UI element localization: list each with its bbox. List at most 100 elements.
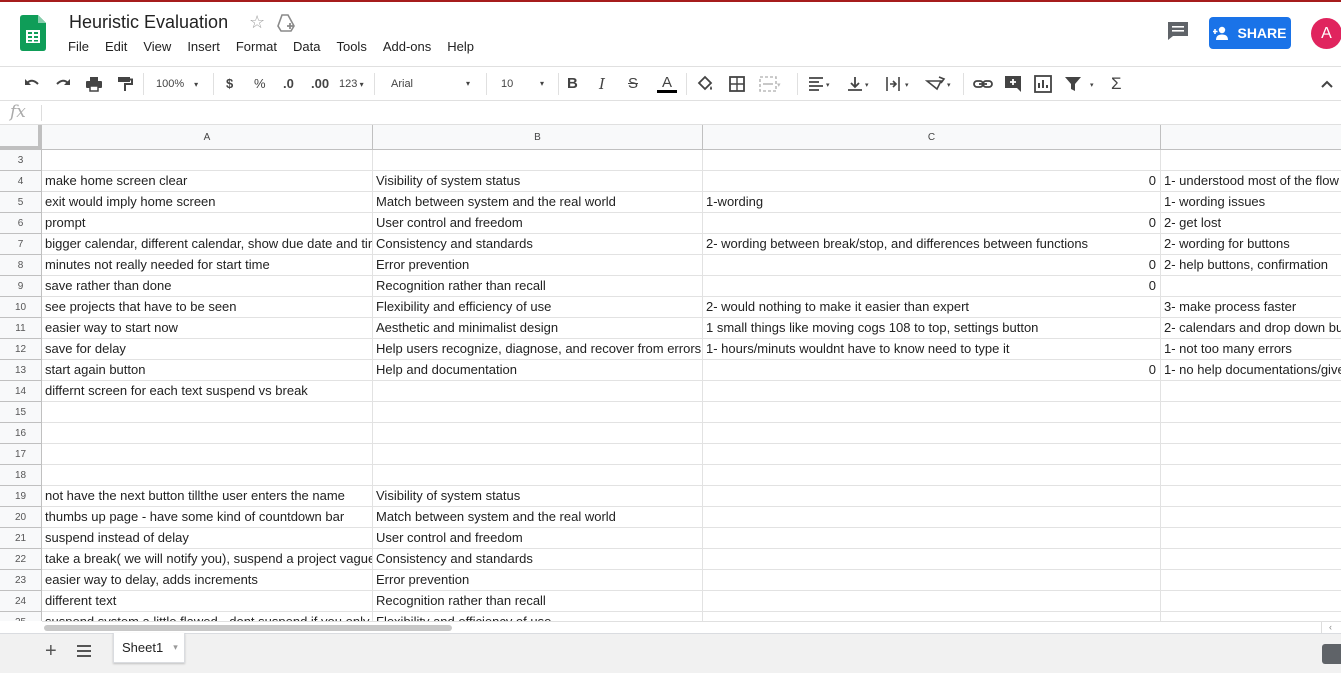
sheet-tab-sheet1[interactable]: Sheet1 ▾	[113, 633, 185, 663]
undo-icon[interactable]	[23, 75, 41, 93]
cell-b[interactable]: Flexibility and efficiency of use	[373, 297, 703, 318]
cell-d[interactable]: 2- get lost	[1161, 213, 1341, 234]
column-header-a[interactable]: A	[42, 125, 373, 150]
insert-link-icon[interactable]	[973, 75, 993, 93]
cell-c[interactable]: 0	[703, 255, 1161, 276]
cell-a[interactable]: not have the next button tillthe user en…	[42, 486, 373, 507]
explore-icon[interactable]	[1322, 644, 1341, 664]
cell-d[interactable]	[1161, 549, 1341, 570]
cell-c[interactable]: 2- would nothing to make it easier than …	[703, 297, 1161, 318]
cell-c[interactable]	[703, 381, 1161, 402]
currency-format-button[interactable]: $	[226, 75, 233, 93]
add-sheet-icon[interactable]: +	[45, 640, 57, 663]
cell-c[interactable]: 1-wording	[703, 192, 1161, 213]
cell-d[interactable]: 2- calendars and drop down buttons	[1161, 318, 1341, 339]
menu-data[interactable]: Data	[293, 39, 320, 54]
cell-c[interactable]: 0	[703, 276, 1161, 297]
row-header[interactable]: 3	[0, 150, 42, 171]
cell-b[interactable]	[373, 150, 703, 171]
cell-d[interactable]: 1- understood most of the flow	[1161, 171, 1341, 192]
borders-icon[interactable]	[728, 75, 746, 93]
cell-a[interactable]: suspend instead of delay	[42, 528, 373, 549]
row-header[interactable]: 13	[0, 360, 42, 381]
row-header[interactable]: 18	[0, 465, 42, 486]
cell-b[interactable]: Consistency and standards	[373, 234, 703, 255]
cell-a[interactable]: thumbs up page - have some kind of count…	[42, 507, 373, 528]
text-rotation-icon[interactable]: ▾	[925, 75, 955, 93]
cell-d[interactable]	[1161, 570, 1341, 591]
cell-d[interactable]	[1161, 150, 1341, 171]
menu-addons[interactable]: Add-ons	[383, 39, 431, 54]
cell-b[interactable]: Aesthetic and minimalist design	[373, 318, 703, 339]
strikethrough-button[interactable]: S	[628, 75, 638, 93]
cell-a[interactable]: bigger calendar, different calendar, sho…	[42, 234, 373, 255]
cell-a[interactable]: minutes not really needed for start time	[42, 255, 373, 276]
insert-comment-icon[interactable]	[1004, 75, 1022, 93]
cell-d[interactable]	[1161, 465, 1341, 486]
cell-c[interactable]	[703, 150, 1161, 171]
cell-a[interactable]: easier way to start now	[42, 318, 373, 339]
row-header[interactable]: 15	[0, 402, 42, 423]
formula-input[interactable]	[48, 105, 1328, 121]
cell-c[interactable]	[703, 423, 1161, 444]
share-button[interactable]: SHARE	[1209, 17, 1291, 49]
cell-b[interactable]	[373, 444, 703, 465]
scroll-left-arrow-icon[interactable]: ‹	[1321, 622, 1339, 633]
cell-d[interactable]: 3- make process faster	[1161, 297, 1341, 318]
cell-a[interactable]: see projects that have to be seen	[42, 297, 373, 318]
cell-d[interactable]: 1- not too many errors	[1161, 339, 1341, 360]
row-header[interactable]: 19	[0, 486, 42, 507]
cell-b[interactable]: Match between system and the real world	[373, 507, 703, 528]
cell-b[interactable]: Error prevention	[373, 255, 703, 276]
menu-insert[interactable]: Insert	[187, 39, 220, 54]
row-header[interactable]: 11	[0, 318, 42, 339]
cell-a[interactable]: start again button	[42, 360, 373, 381]
redo-icon[interactable]	[54, 75, 72, 93]
row-header[interactable]: 21	[0, 528, 42, 549]
row-header[interactable]: 4	[0, 171, 42, 192]
cell-d[interactable]	[1161, 612, 1341, 621]
cell-c[interactable]: 0	[703, 171, 1161, 192]
functions-button[interactable]: Σ	[1111, 75, 1122, 93]
all-sheets-menu-icon[interactable]	[76, 644, 92, 658]
move-to-drive-icon[interactable]	[276, 14, 296, 32]
increase-decimal-button[interactable]: .00	[311, 75, 329, 93]
menu-help[interactable]: Help	[447, 39, 474, 54]
cell-c[interactable]: 0	[703, 213, 1161, 234]
row-header[interactable]: 24	[0, 591, 42, 612]
cell-a[interactable]	[42, 444, 373, 465]
cell-a[interactable]: differnt screen for each text suspend vs…	[42, 381, 373, 402]
cell-a[interactable]: exit would imply home screen	[42, 192, 373, 213]
cell-b[interactable]: Help and documentation	[373, 360, 703, 381]
print-icon[interactable]	[85, 75, 103, 93]
cell-d[interactable]	[1161, 444, 1341, 465]
menu-tools[interactable]: Tools	[336, 39, 366, 54]
cell-c[interactable]: 0	[703, 360, 1161, 381]
cell-c[interactable]: 2- wording between break/stop, and diffe…	[703, 234, 1161, 255]
row-header[interactable]: 7	[0, 234, 42, 255]
column-header-d[interactable]	[1161, 125, 1341, 150]
cell-b[interactable]: Visibility of system status	[373, 486, 703, 507]
text-color-button[interactable]: A	[657, 75, 677, 93]
cell-d[interactable]	[1161, 507, 1341, 528]
collapse-menus-icon[interactable]	[1320, 75, 1334, 93]
menu-view[interactable]: View	[143, 39, 171, 54]
cell-a[interactable]: make home screen clear	[42, 171, 373, 192]
cell-a[interactable]: suspend system a little flawed - dont su…	[42, 612, 373, 621]
cell-c[interactable]	[703, 591, 1161, 612]
zoom-select[interactable]: 100% ▾	[156, 75, 202, 94]
select-all-corner[interactable]	[0, 125, 42, 150]
merge-cells-icon[interactable]: ▾	[759, 75, 781, 93]
cell-a[interactable]: prompt	[42, 213, 373, 234]
cell-b[interactable]: Match between system and the real world	[373, 192, 703, 213]
cell-c[interactable]	[703, 507, 1161, 528]
cell-b[interactable]: User control and freedom	[373, 213, 703, 234]
cell-a[interactable]	[42, 150, 373, 171]
cell-a[interactable]: save for delay	[42, 339, 373, 360]
horizontal-align-icon[interactable]: ▾	[807, 75, 833, 93]
text-wrapping-icon[interactable]: ▾	[885, 75, 913, 93]
row-header[interactable]: 20	[0, 507, 42, 528]
cell-c[interactable]	[703, 612, 1161, 621]
cell-d[interactable]	[1161, 381, 1341, 402]
row-header[interactable]: 25	[0, 612, 42, 621]
